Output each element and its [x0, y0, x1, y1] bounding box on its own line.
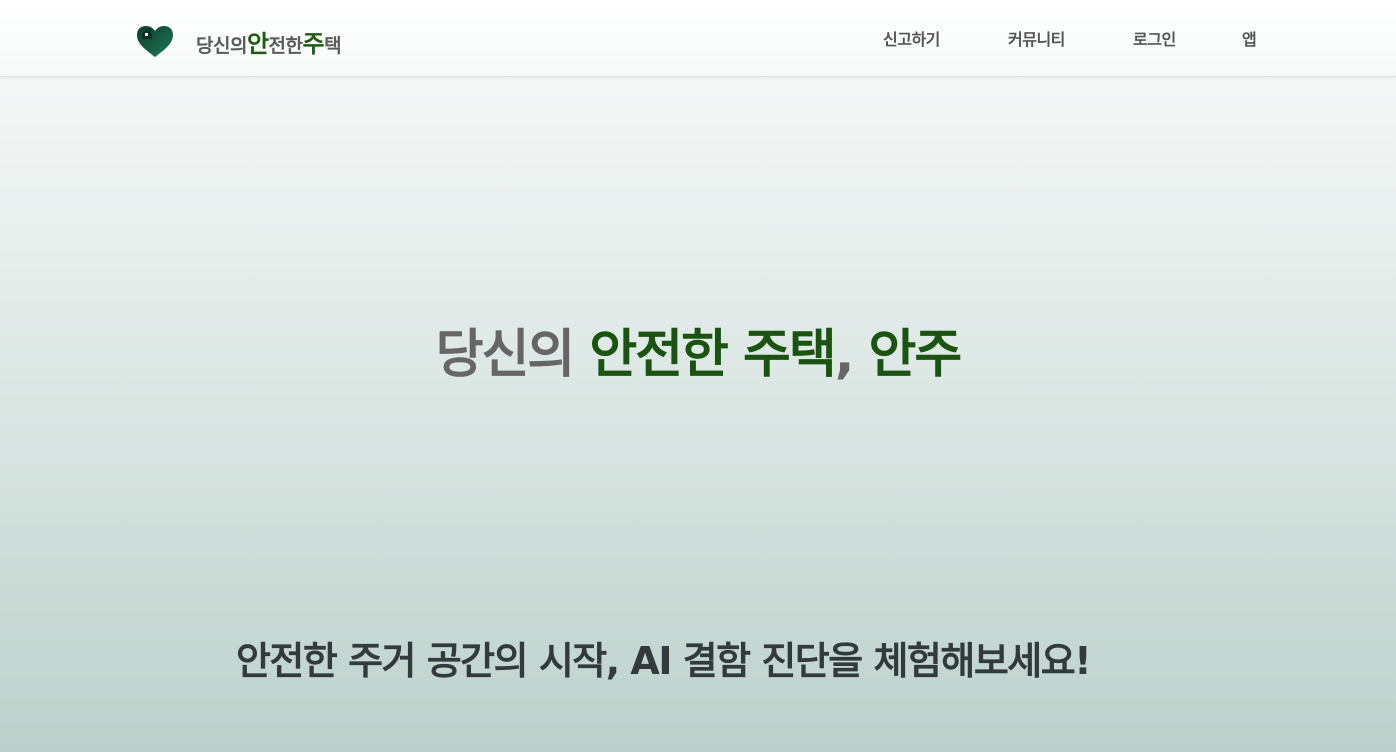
hero-title-highlight: 안주: [868, 325, 963, 385]
nav-item-report[interactable]: 신고하기: [883, 26, 940, 50]
brand-highlight: 주: [302, 29, 325, 58]
hero-subtitle: 안전한 주거 공간의 시작, AI 결함 진단을 체험해보세요!: [235, 639, 1092, 683]
heart-house-icon: [137, 26, 173, 57]
nav-item-login[interactable]: 로그인: [1133, 26, 1176, 50]
hero-title: 당신의 안전한 주택, 안주: [0, 312, 1396, 387]
brand-name: 당신의 안 전한 주 택: [196, 24, 342, 59]
brand-part: 전한: [268, 34, 303, 57]
brand-highlight: 안: [246, 29, 269, 58]
brand-logo-link[interactable]: 당신의 안 전한 주 택: [136, 22, 342, 60]
hero-title-part: 당신의: [435, 325, 590, 385]
top-navigation-bar: 당신의 안 전한 주 택 신고하기 커뮤니티 로그인 앱: [0, 0, 1396, 77]
nav-item-app[interactable]: 앱: [1242, 26, 1257, 50]
brand-part: 당신의: [196, 34, 247, 57]
hero-title-highlight: 안전한 주택: [589, 325, 836, 385]
brand-part: 택: [324, 34, 342, 57]
nav-item-community[interactable]: 커뮤니티: [1008, 26, 1065, 50]
hero-title-part: ,: [834, 325, 869, 385]
